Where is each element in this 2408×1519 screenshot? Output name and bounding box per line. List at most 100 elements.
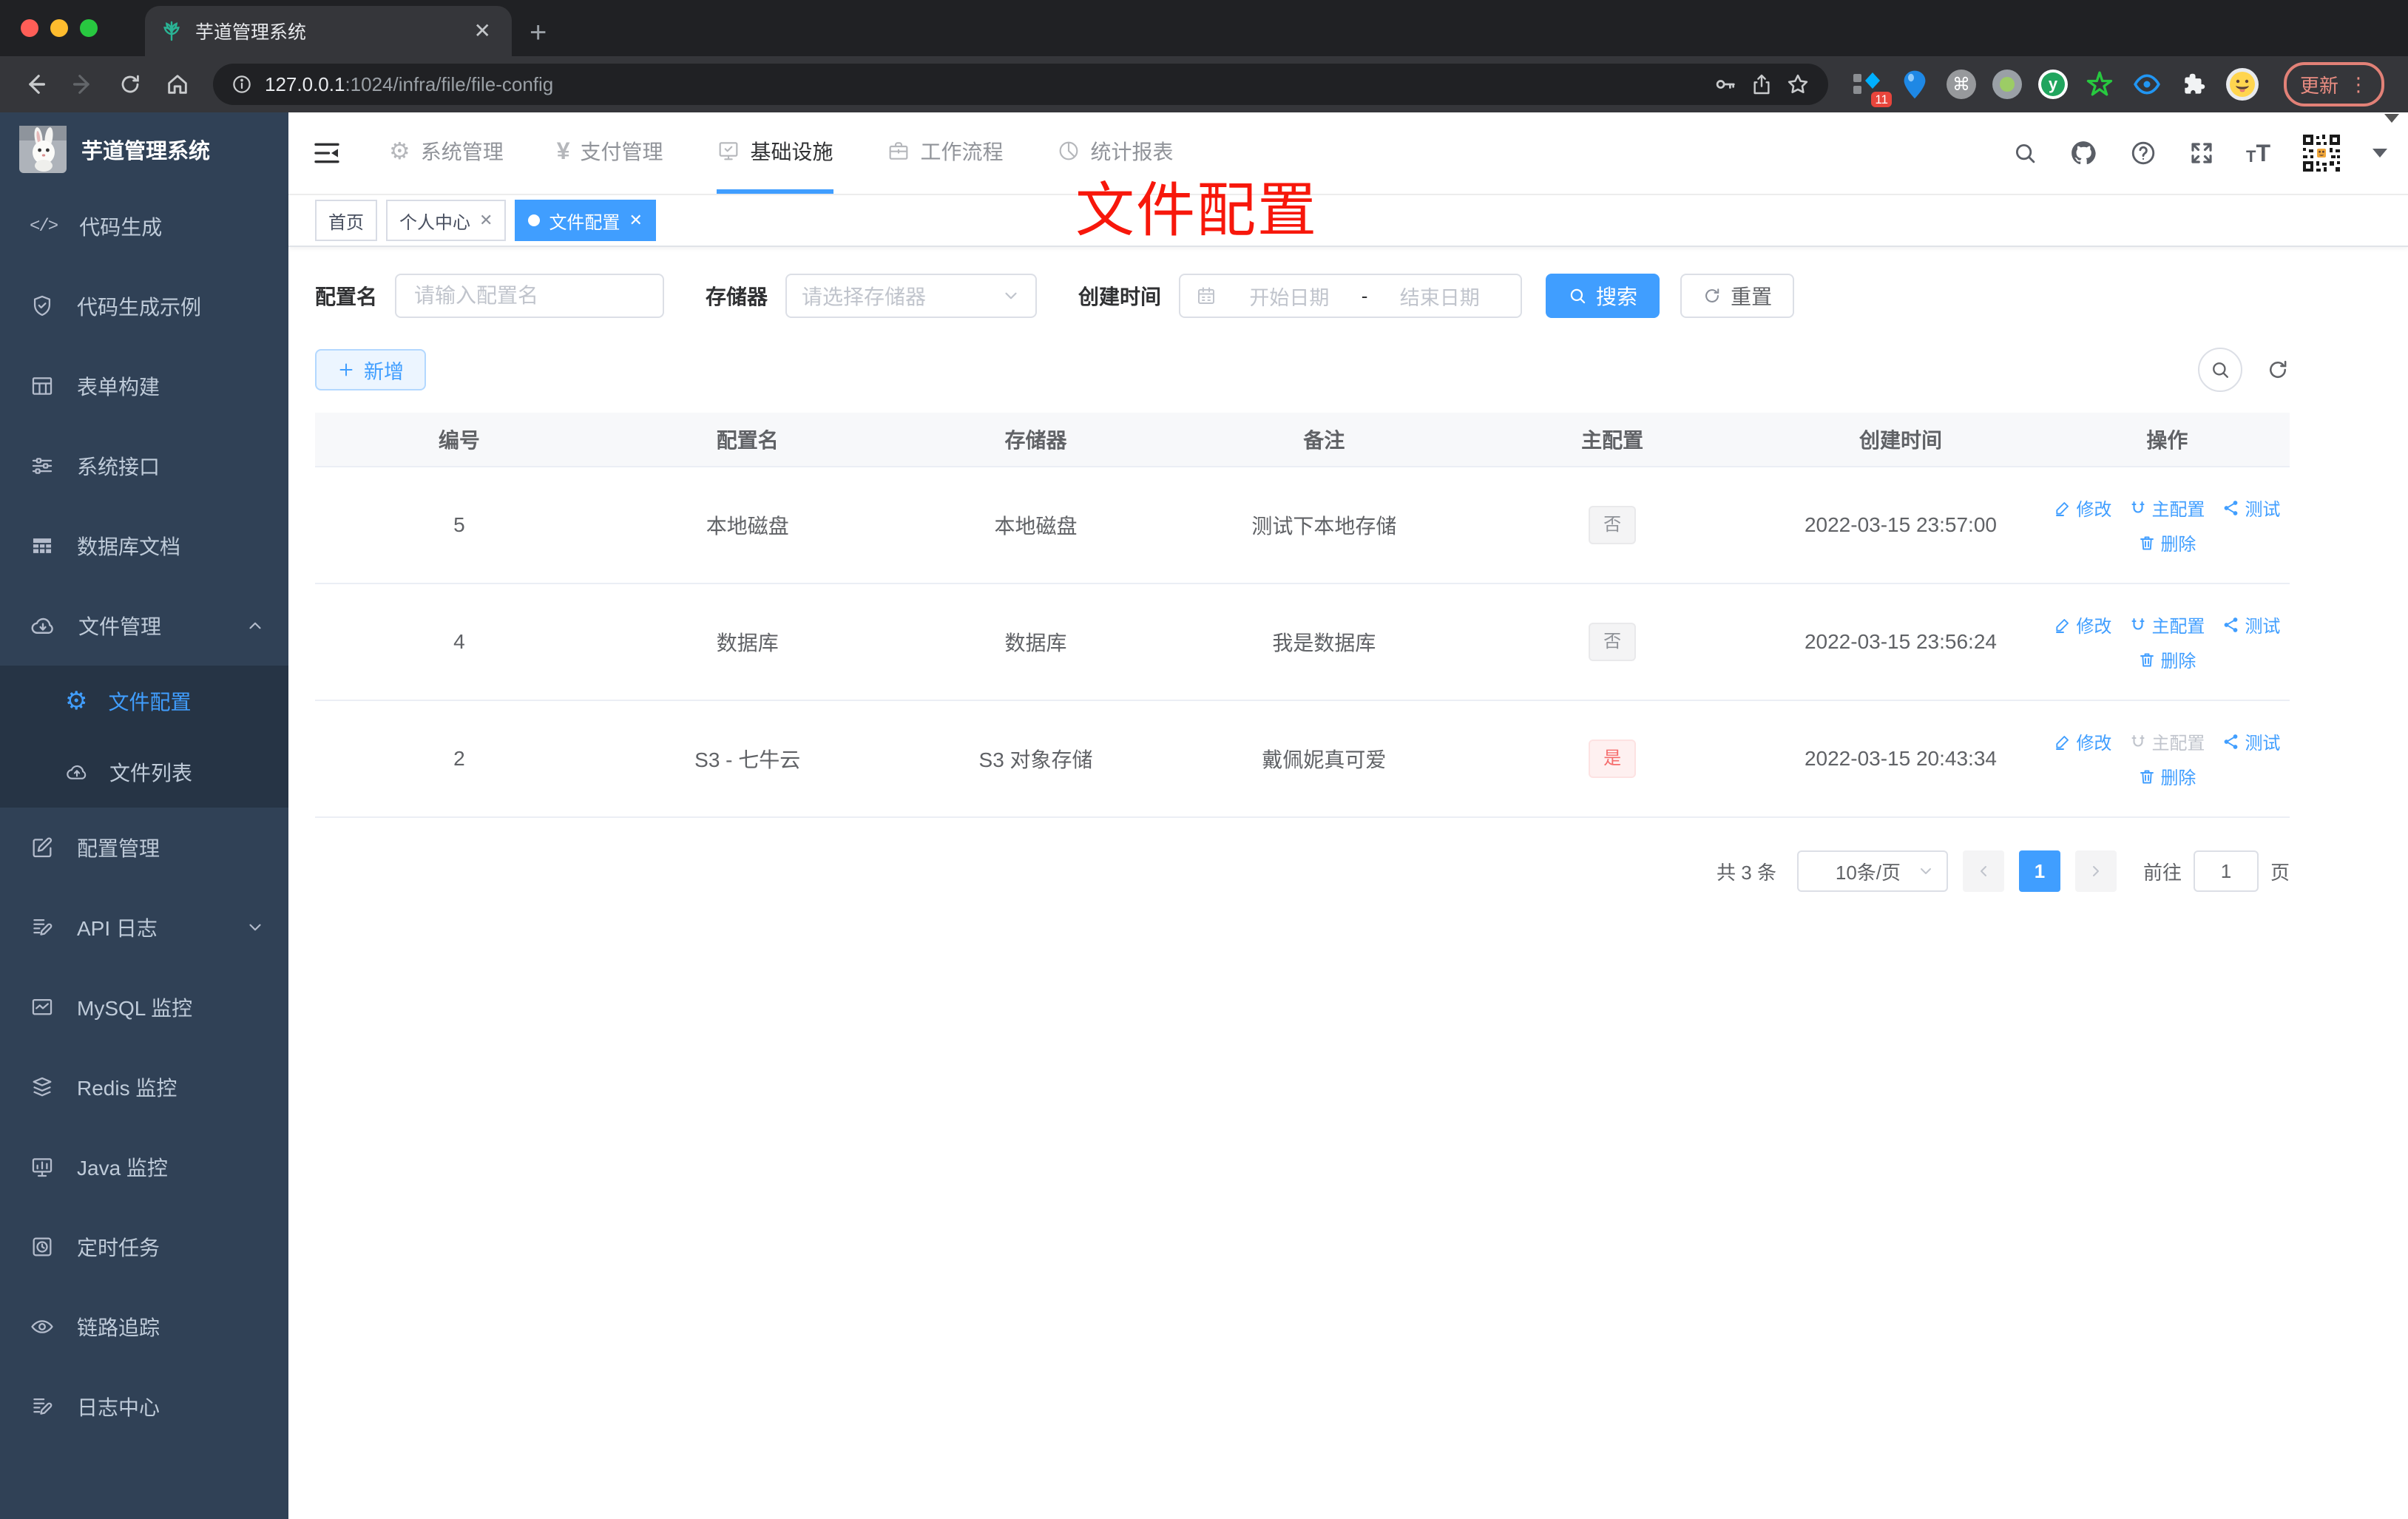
test-link[interactable]: 测试 bbox=[2222, 728, 2280, 754]
nav-item-infrastructure[interactable]: 基础设施 bbox=[716, 112, 833, 194]
page-size-select[interactable]: 10条/页 bbox=[1796, 850, 1948, 892]
sidebar-item-file-list[interactable]: 文件列表 bbox=[0, 737, 288, 808]
storage-filter-select[interactable]: 请选择存储器 bbox=[785, 274, 1038, 318]
delete-link[interactable]: 删除 bbox=[2138, 646, 2196, 672]
maximize-window-button[interactable] bbox=[80, 19, 98, 37]
sidebar-item-form-builder[interactable]: 表单构建 bbox=[0, 346, 288, 426]
cell-remark: 我是数据库 bbox=[1180, 583, 1469, 701]
sidebar-item-code-gen[interactable]: </> 代码生成 bbox=[0, 186, 288, 266]
table-tools bbox=[2198, 348, 2290, 392]
sidebar-item-api-log[interactable]: API 日志 bbox=[0, 887, 288, 967]
extension-command-icon[interactable]: ⌘ bbox=[1946, 70, 1976, 99]
reload-button[interactable] bbox=[109, 64, 151, 105]
tag-file-config[interactable]: 文件配置 ✕ bbox=[515, 200, 656, 241]
extension-balloon-icon[interactable] bbox=[1899, 69, 1930, 100]
current-page-button[interactable]: 1 bbox=[2018, 850, 2060, 892]
browser-menu-dots-icon[interactable]: ⋮ bbox=[2349, 75, 2368, 94]
sidebar-item-scheduled-jobs[interactable]: 定时任务 bbox=[0, 1207, 288, 1287]
sidebar-item-db-doc[interactable]: 数据库文档 bbox=[0, 506, 288, 586]
browser-tab[interactable]: 芋道管理系统 ✕ bbox=[145, 6, 512, 56]
nav-item-payment[interactable]: ¥ 支付管理 bbox=[557, 112, 663, 194]
tab-close-icon[interactable]: ✕ bbox=[468, 18, 497, 44]
extension-eye-icon[interactable] bbox=[2131, 69, 2162, 100]
date-start-placeholder[interactable]: 开始日期 bbox=[1223, 282, 1356, 311]
sidebar-collapse-icon[interactable] bbox=[312, 138, 342, 168]
refresh-table-icon[interactable] bbox=[2266, 358, 2290, 382]
code-icon: </> bbox=[30, 216, 58, 237]
pencil-icon bbox=[2054, 499, 2072, 517]
extension-star-icon[interactable] bbox=[2084, 69, 2115, 100]
new-tab-button[interactable]: + bbox=[530, 18, 547, 47]
search-button[interactable]: 搜索 bbox=[1546, 274, 1660, 318]
add-button[interactable]: 新增 bbox=[315, 349, 426, 390]
extensions-puzzle-icon[interactable] bbox=[2179, 69, 2210, 100]
sidebar-item-code-gen-demo[interactable]: 代码生成示例 bbox=[0, 266, 288, 346]
home-button[interactable] bbox=[157, 64, 198, 105]
site-info-icon[interactable] bbox=[231, 73, 253, 95]
edit-link[interactable]: 修改 bbox=[2054, 495, 2111, 521]
bookmark-star-icon[interactable] bbox=[1785, 72, 1810, 97]
edit-link[interactable]: 修改 bbox=[2054, 728, 2111, 754]
date-range-picker[interactable]: 开始日期 - 结束日期 bbox=[1179, 274, 1523, 318]
address-bar[interactable]: 127.0.0.1:1024/infra/file/file-config bbox=[213, 64, 1828, 105]
search-icon[interactable] bbox=[2012, 141, 2037, 166]
github-icon[interactable] bbox=[2069, 138, 2098, 168]
user-qr-avatar[interactable] bbox=[2302, 133, 2341, 173]
sidebar: 芋道管理系统 </> 代码生成 代码生成示例 表单构建 系统接口 数据库文档 文… bbox=[0, 112, 288, 1519]
chevron-down-icon bbox=[1917, 862, 1935, 880]
share-icon bbox=[2222, 616, 2240, 634]
reset-button[interactable]: 重置 bbox=[1680, 274, 1795, 318]
date-end-placeholder[interactable]: 结束日期 bbox=[1373, 282, 1506, 311]
close-icon[interactable]: ✕ bbox=[629, 211, 642, 230]
page-jump-input[interactable] bbox=[2193, 850, 2259, 892]
extension-pin-icon[interactable]: 11 bbox=[1852, 69, 1892, 107]
back-button[interactable] bbox=[15, 64, 56, 105]
nav-item-workflow[interactable]: 工作流程 bbox=[887, 112, 1004, 194]
sidebar-item-config-management[interactable]: 配置管理 bbox=[0, 808, 288, 887]
close-window-button[interactable] bbox=[21, 19, 38, 37]
help-icon[interactable] bbox=[2129, 139, 2157, 167]
close-icon[interactable]: ✕ bbox=[479, 211, 493, 230]
sidebar-item-system-api[interactable]: 系统接口 bbox=[0, 426, 288, 506]
url-text[interactable]: 127.0.0.1:1024/infra/file/file-config bbox=[265, 73, 1701, 96]
font-size-icon[interactable]: TT bbox=[2246, 141, 2270, 165]
toggle-search-button[interactable] bbox=[2198, 348, 2242, 392]
tag-profile[interactable]: 个人中心 ✕ bbox=[386, 200, 507, 241]
master-config-link[interactable]: 主配置 bbox=[2129, 612, 2205, 637]
browser-update-button[interactable]: 更新 ⋮ bbox=[2283, 62, 2384, 106]
search-icon bbox=[1568, 286, 1587, 305]
sidebar-logo[interactable]: 芋道管理系统 bbox=[0, 112, 288, 186]
col-remark: 备注 bbox=[1180, 413, 1469, 467]
sidebar-item-log-center[interactable]: 日志中心 bbox=[0, 1367, 288, 1447]
cell-remark: 测试下本地存储 bbox=[1180, 467, 1469, 584]
sidebar-item-redis-monitor[interactable]: Redis 监控 bbox=[0, 1047, 288, 1127]
minimize-window-button[interactable] bbox=[50, 19, 68, 37]
annotation-text: 文件配置 bbox=[1075, 177, 1318, 243]
tag-home[interactable]: 首页 bbox=[315, 200, 377, 241]
delete-link[interactable]: 删除 bbox=[2138, 763, 2196, 789]
profile-avatar[interactable] bbox=[2225, 68, 2259, 101]
chevron-down-icon bbox=[246, 918, 265, 937]
test-link[interactable]: 测试 bbox=[2222, 495, 2280, 521]
edit-link[interactable]: 修改 bbox=[2054, 612, 2111, 637]
sidebar-item-file-config[interactable]: ⚙ 文件配置 bbox=[0, 666, 288, 737]
master-config-link[interactable]: 主配置 bbox=[2129, 495, 2205, 521]
sidebar-item-tracing[interactable]: 链路追踪 bbox=[0, 1287, 288, 1367]
user-menu-caret-icon[interactable] bbox=[2373, 149, 2387, 158]
passwords-key-icon[interactable] bbox=[1713, 72, 1738, 97]
test-link[interactable]: 测试 bbox=[2222, 612, 2280, 637]
sidebar-item-file-management[interactable]: 文件管理 bbox=[0, 586, 288, 666]
name-filter-input[interactable] bbox=[395, 274, 665, 318]
plus-icon bbox=[337, 361, 355, 379]
share-icon[interactable] bbox=[1750, 72, 1773, 96]
fullscreen-icon[interactable] bbox=[2188, 140, 2215, 166]
forward-button[interactable] bbox=[62, 64, 104, 105]
nav-item-system[interactable]: ⚙ 系统管理 bbox=[389, 112, 504, 194]
extension-dot-icon[interactable] bbox=[1992, 70, 2022, 99]
sidebar-item-mysql-monitor[interactable]: MySQL 监控 bbox=[0, 967, 288, 1047]
delete-link[interactable]: 删除 bbox=[2138, 530, 2196, 555]
prev-page-button[interactable] bbox=[1962, 850, 2004, 892]
extension-y-icon[interactable]: y bbox=[2037, 70, 2068, 99]
next-page-button[interactable] bbox=[2074, 850, 2117, 892]
sidebar-item-java-monitor[interactable]: Java 监控 bbox=[0, 1127, 288, 1207]
